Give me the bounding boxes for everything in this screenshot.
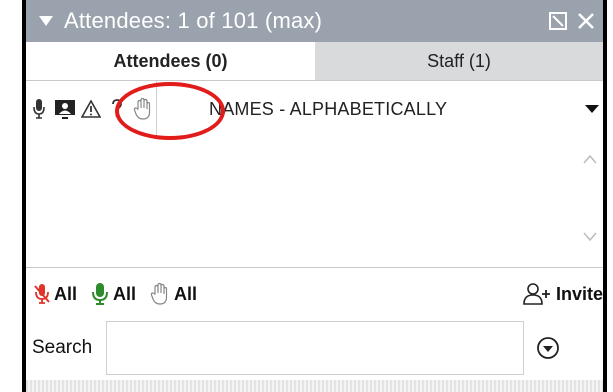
mute-all-button[interactable]: All <box>34 283 77 305</box>
tab-staff[interactable]: Staff (1) <box>315 42 603 80</box>
lower-hands-label: All <box>174 283 198 304</box>
scroll-down-icon[interactable] <box>583 229 597 247</box>
add-person-icon <box>523 283 550 305</box>
invite-button[interactable]: Invite <box>522 282 603 306</box>
attendee-list[interactable] <box>26 137 603 267</box>
raised-hand-icon[interactable] <box>130 81 157 137</box>
warning-icon[interactable] <box>78 81 104 137</box>
attendee-toolbar: NAMES - ALPHABETICALLY <box>26 80 603 138</box>
muted-mic-icon <box>34 284 50 304</box>
collapse-triangle-icon[interactable] <box>38 12 56 30</box>
lower-all-hands-button[interactable]: All <box>150 282 197 306</box>
unmute-all-button[interactable]: All <box>91 282 136 306</box>
close-icon[interactable] <box>575 10 597 32</box>
window-title: Attendees: 1 of 101 (max) <box>64 8 323 33</box>
sort-order-label[interactable]: NAMES - ALPHABETICALLY <box>209 99 447 120</box>
question-icon[interactable] <box>104 81 130 137</box>
tab-bar: Attendees (0) Staff (1) <box>26 42 603 80</box>
green-mic-icon <box>92 283 109 305</box>
tab-attendees[interactable]: Attendees (0) <box>26 42 315 80</box>
popout-icon[interactable] <box>547 10 569 32</box>
search-input[interactable] <box>106 321 525 375</box>
title-bar: Attendees: 1 of 101 (max) <box>26 0 603 42</box>
webcam-icon[interactable] <box>52 81 78 137</box>
search-row: Search <box>26 319 603 377</box>
scroll-up-icon[interactable] <box>583 151 597 169</box>
search-options-icon[interactable] <box>536 336 560 360</box>
mute-all-label: All <box>54 283 78 304</box>
hand-icon <box>150 282 168 305</box>
search-label: Search <box>32 337 93 358</box>
invite-label: Invite <box>555 283 603 304</box>
attendees-panel: Attendees: 1 of 101 (max) Attendees (0) … <box>22 0 607 392</box>
bulk-actions-row: All All All Invite <box>26 267 603 320</box>
microphone-icon[interactable] <box>26 81 52 137</box>
resize-grip[interactable] <box>26 380 603 392</box>
unmute-all-label: All <box>113 283 137 304</box>
sort-dropdown-icon[interactable] <box>581 104 603 114</box>
